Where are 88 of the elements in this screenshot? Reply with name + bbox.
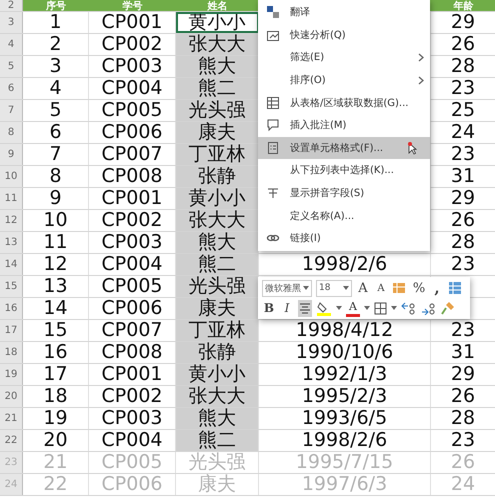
- chevron-icon: [418, 52, 424, 62]
- row-number: 9: [0, 144, 23, 165]
- row-number: 11: [0, 188, 23, 209]
- row-number: 6: [0, 78, 23, 99]
- table-cell: 张静: [176, 342, 259, 363]
- table-cell: 丁亚林: [176, 320, 259, 341]
- comment-icon: [266, 118, 280, 132]
- translate-icon: [266, 5, 280, 20]
- row-number: 8: [0, 122, 23, 143]
- table-format-icon[interactable]: [448, 281, 462, 295]
- column-header: 序号: [23, 0, 89, 11]
- font-size-dropdown[interactable]: 18: [316, 280, 352, 296]
- table-cell: 熊大: [176, 408, 259, 429]
- percent-button[interactable]: %: [412, 280, 426, 296]
- comma-button[interactable]: ,: [430, 280, 444, 296]
- font-color-button[interactable]: A: [346, 300, 360, 316]
- row-number: 7: [0, 100, 23, 121]
- table-cell: 熊二: [176, 78, 259, 99]
- menu-item[interactable]: 从下拉列表中选择(K)...: [258, 159, 430, 182]
- table-cell: 黄小小: [176, 364, 259, 385]
- table-cell: 熊大: [176, 232, 259, 253]
- menu-item[interactable]: 快速分析(Q): [258, 24, 430, 46]
- format-painter-icon[interactable]: [441, 301, 455, 315]
- table-cell: 熊二: [176, 254, 259, 275]
- grow-font-button[interactable]: A: [356, 280, 370, 296]
- menu-item[interactable]: 排序(O): [258, 68, 430, 92]
- table-cell: 康夫: [176, 122, 259, 143]
- menu-item[interactable]: 显示拼音字段(S): [258, 182, 430, 204]
- row-number: 12: [0, 210, 23, 231]
- row-number: 15: [0, 276, 23, 297]
- row-number: 2: [0, 0, 23, 11]
- menu-item[interactable]: 定义名称(A)...: [258, 204, 430, 227]
- table-cell: 张大大: [176, 386, 259, 407]
- table-cell: 黄小小: [176, 188, 259, 209]
- center-align-button[interactable]: [298, 300, 312, 316]
- bold-button[interactable]: B: [262, 300, 276, 316]
- row-number: 23: [0, 452, 23, 473]
- row-number: 10: [0, 166, 23, 187]
- font-dropdown[interactable]: 微软雅黑: [262, 280, 312, 296]
- row-number: 17: [0, 320, 23, 341]
- dropdown-arrow-icon: [336, 306, 342, 310]
- row-number: 22: [0, 430, 23, 451]
- column-header: 年龄: [431, 0, 495, 11]
- borders-icon[interactable]: [374, 302, 387, 314]
- table-cell: 丁亚林: [176, 144, 259, 165]
- column-header: 学号: [89, 0, 176, 11]
- table-cell: 张大大: [176, 210, 259, 231]
- row-number: 24: [0, 474, 23, 495]
- cell-style-icon[interactable]: [392, 281, 408, 295]
- table-cell: 熊大: [176, 56, 259, 77]
- menu-item[interactable]: 翻译: [258, 1, 430, 24]
- table-cell: 张静: [176, 166, 259, 187]
- mouse-cursor-icon: [408, 142, 417, 155]
- table-icon: [266, 96, 280, 110]
- table-cell: 黄小小: [176, 12, 259, 33]
- row-number: 13: [0, 232, 23, 253]
- menu-item[interactable]: 筛选(E): [258, 46, 430, 69]
- menu-item[interactable]: 链接(I): [258, 226, 430, 250]
- column-header: 姓名: [176, 0, 259, 11]
- dropdown-arrow-icon: [391, 306, 397, 310]
- row-number: 20: [0, 386, 23, 407]
- row-number: 3: [0, 12, 23, 33]
- row-number: 19: [0, 364, 23, 385]
- menu-item[interactable]: 从表格/区域获取数据(G)...: [258, 91, 430, 114]
- menu-item[interactable]: 插入批注(M): [258, 114, 430, 137]
- dropdown-arrow-icon: [303, 286, 309, 290]
- dropdown-arrow-icon: [364, 306, 370, 310]
- table-cell: 熊二: [176, 430, 259, 451]
- row-number: 4: [0, 34, 23, 55]
- row-number: 5: [0, 56, 23, 77]
- row-number: 16: [0, 298, 23, 319]
- table-cell: 张大大: [176, 34, 259, 55]
- row-number: 21: [0, 408, 23, 429]
- shrink-font-button[interactable]: A: [374, 280, 388, 296]
- format-cells-icon: [266, 140, 280, 155]
- increase-decimal-icon[interactable]: [401, 302, 417, 314]
- italic-button[interactable]: I: [280, 300, 294, 316]
- table-cell: 康夫: [176, 298, 259, 319]
- pinyin-icon: [266, 186, 280, 200]
- row-number: 14: [0, 254, 23, 275]
- table-cell: 光头强: [176, 276, 259, 297]
- menu-item[interactable]: 设置单元格格式(F)...: [258, 136, 430, 160]
- dropdown-arrow-icon: [343, 286, 349, 290]
- decrease-decimal-icon[interactable]: [421, 302, 437, 314]
- table-cell: 光头强: [176, 100, 259, 121]
- chevron-icon: [418, 76, 424, 85]
- row-number: 18: [0, 342, 23, 363]
- fill-color-icon[interactable]: [316, 300, 332, 316]
